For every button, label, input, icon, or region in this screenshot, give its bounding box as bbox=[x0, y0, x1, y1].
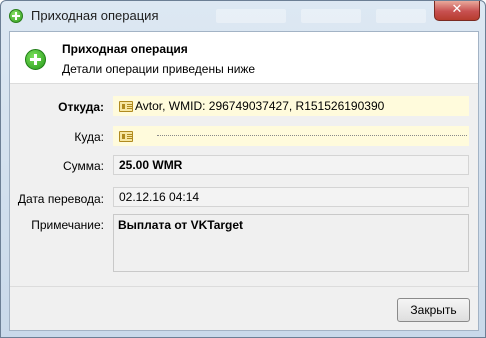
green-plus-icon bbox=[9, 9, 23, 23]
background-blur bbox=[301, 9, 361, 23]
date-label: Дата перевода: bbox=[17, 192, 104, 206]
amount-field: 25.00 WMR bbox=[113, 155, 469, 175]
footer-divider bbox=[10, 286, 478, 287]
from-label: Откуда: bbox=[58, 100, 104, 114]
note-field[interactable]: Выплата от VKTarget bbox=[113, 214, 469, 272]
window-close-button[interactable]: ✕ bbox=[434, 1, 480, 21]
header-title: Приходная операция bbox=[62, 42, 188, 56]
amount-label: Сумма: bbox=[62, 159, 104, 173]
redacted-value bbox=[157, 135, 468, 138]
note-label: Примечание: bbox=[31, 218, 104, 232]
dialog-content: Приходная операция Детали операции приве… bbox=[9, 31, 479, 331]
to-label: Куда: bbox=[74, 130, 104, 144]
title-bar[interactable]: Приходная операция ✕ bbox=[1, 1, 485, 31]
background-blur bbox=[376, 9, 426, 23]
window-title: Приходная операция bbox=[31, 8, 159, 23]
background-blur bbox=[216, 9, 286, 23]
date-field: 02.12.16 04:14 bbox=[113, 187, 469, 207]
green-plus-icon bbox=[25, 49, 46, 70]
from-field[interactable]: Avtor, WMID: 296749037427, R151526190390 bbox=[113, 96, 469, 116]
header-subtitle: Детали операции приведены ниже bbox=[62, 62, 256, 76]
id-card-icon bbox=[119, 131, 133, 142]
close-button[interactable]: Закрыть bbox=[397, 298, 470, 322]
id-card-icon bbox=[119, 101, 133, 112]
to-field[interactable] bbox=[113, 126, 469, 146]
dialog-window: Приходная операция ✕ Приходная операция … bbox=[0, 0, 486, 338]
from-value: Avtor, WMID: 296749037427, R151526190390 bbox=[135, 99, 385, 113]
dialog-header: Приходная операция Детали операции приве… bbox=[10, 32, 478, 84]
